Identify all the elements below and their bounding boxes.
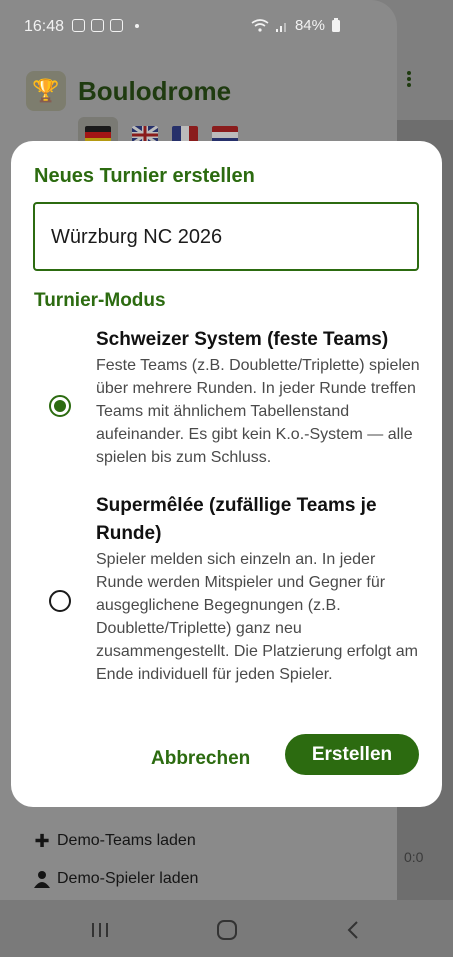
radio-supermelee[interactable]: [49, 590, 71, 612]
trophy-icon: 🏆: [26, 71, 66, 111]
create-button[interactable]: Erstellen: [285, 734, 419, 775]
mode-option-title: Schweizer System (feste Teams): [96, 329, 389, 350]
recent-apps-icon[interactable]: [88, 918, 112, 942]
mode-option-swiss[interactable]: Schweizer System (feste Teams) Feste Tea…: [11, 326, 442, 488]
tournament-name-input[interactable]: [51, 222, 401, 252]
back-icon[interactable]: [342, 918, 366, 942]
gallery-icon: [72, 19, 85, 32]
notification-icons: [72, 19, 139, 32]
overflow-menu-icon[interactable]: [404, 70, 414, 90]
status-bar: 16:48 84%: [0, 0, 453, 54]
instagram-icon: [91, 19, 104, 32]
home-icon[interactable]: [215, 918, 239, 942]
dialog-title: Neues Turnier erstellen: [34, 165, 255, 187]
cancel-button[interactable]: Abbrechen: [151, 744, 250, 774]
load-demo-players-button[interactable]: Demo-Spieler laden: [33, 860, 198, 898]
plus-icon: ✚: [34, 830, 50, 851]
app-title: Boulodrome: [78, 75, 232, 106]
score-text: 0:0: [404, 849, 424, 865]
mode-heading: Turnier-Modus: [34, 290, 166, 311]
battery-level: 84%: [294, 17, 325, 34]
system-navigation-bar: [0, 900, 453, 957]
signal-icon: [275, 22, 286, 32]
radio-swiss[interactable]: [49, 395, 71, 417]
battery-icon: [332, 18, 340, 32]
wifi-icon: [251, 18, 269, 32]
mode-option-description: Feste Teams (z.B. Doublette/Triplette) s…: [96, 357, 420, 466]
mode-option-title: Supermêlée (zufällige Teams je Runde): [96, 495, 377, 544]
person-icon: [34, 871, 50, 888]
app-header: 🏆 Boulodrome: [26, 71, 231, 111]
mode-option-description: Spieler melden sich einzeln an. In jeder…: [96, 551, 418, 683]
status-time: 16:48: [24, 18, 65, 35]
more-notifications-icon: [135, 23, 139, 28]
tournament-name-field[interactable]: [33, 202, 419, 271]
demo-actions: ✚ Demo-Teams laden Demo-Spieler laden: [33, 822, 198, 898]
new-tournament-dialog: Neues Turnier erstellen Turnier-Modus Sc…: [11, 141, 442, 807]
load-demo-teams-button[interactable]: ✚ Demo-Teams laden: [33, 822, 198, 860]
status-indicators: 84%: [251, 17, 341, 34]
instagram-icon: [110, 19, 123, 32]
mode-option-supermelee[interactable]: Supermêlée (zufällige Teams je Runde) Sp…: [11, 492, 442, 712]
